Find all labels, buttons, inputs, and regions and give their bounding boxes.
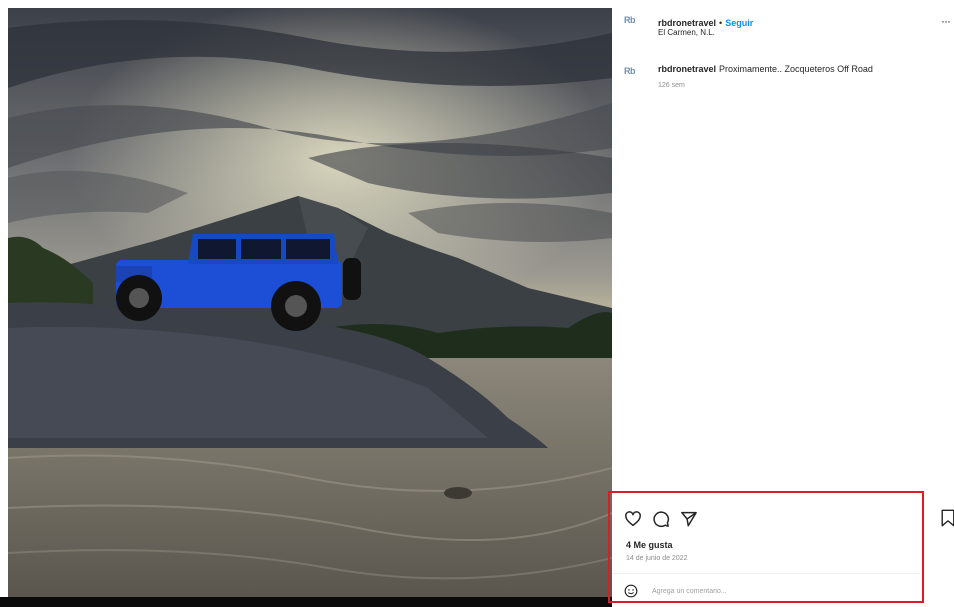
post-location[interactable]: El Carmen, N.L. <box>658 28 715 37</box>
share-icon[interactable] <box>680 510 698 528</box>
caption-body: Proximamente.. Zocqueteros Off Road <box>719 64 873 74</box>
follow-button[interactable]: Seguir <box>725 18 753 28</box>
comment-input[interactable] <box>652 585 852 597</box>
media-bottom-bar <box>0 597 612 607</box>
caption-avatar[interactable]: Rb <box>624 66 650 80</box>
bookmark-icon[interactable] <box>940 509 954 527</box>
post-actions-highlight: 4 Me gusta 14 de junio de 2022 <box>608 491 924 603</box>
caption-username[interactable]: rbdronetravel <box>658 64 716 74</box>
post-media <box>0 0 612 607</box>
author-avatar[interactable]: Rb <box>624 15 650 29</box>
emoji-icon[interactable] <box>624 584 638 598</box>
caption-timestamp: 126 sem <box>658 82 685 89</box>
post-photo[interactable] <box>8 8 612 597</box>
photo-jeep-mountain <box>8 8 612 597</box>
likes-count[interactable]: 4 Me gusta <box>626 540 673 550</box>
caption-text-line: rbdronetravel Proximamente.. Zocqueteros … <box>658 64 873 74</box>
caption: Rb rbdronetravel Proximamente.. Zocqueter… <box>612 56 954 96</box>
comment-divider <box>612 573 920 574</box>
comment-icon[interactable] <box>652 510 670 528</box>
heart-icon[interactable] <box>624 510 642 528</box>
post-date[interactable]: 14 de junio de 2022 <box>626 555 688 562</box>
more-options-icon[interactable]: ··· <box>941 14 951 28</box>
post-header: Rb rbdronetravel • Seguir El Carmen, N.L. … <box>612 0 954 46</box>
author-username[interactable]: rbdronetravel <box>658 18 716 28</box>
header-separator: • <box>719 18 723 28</box>
